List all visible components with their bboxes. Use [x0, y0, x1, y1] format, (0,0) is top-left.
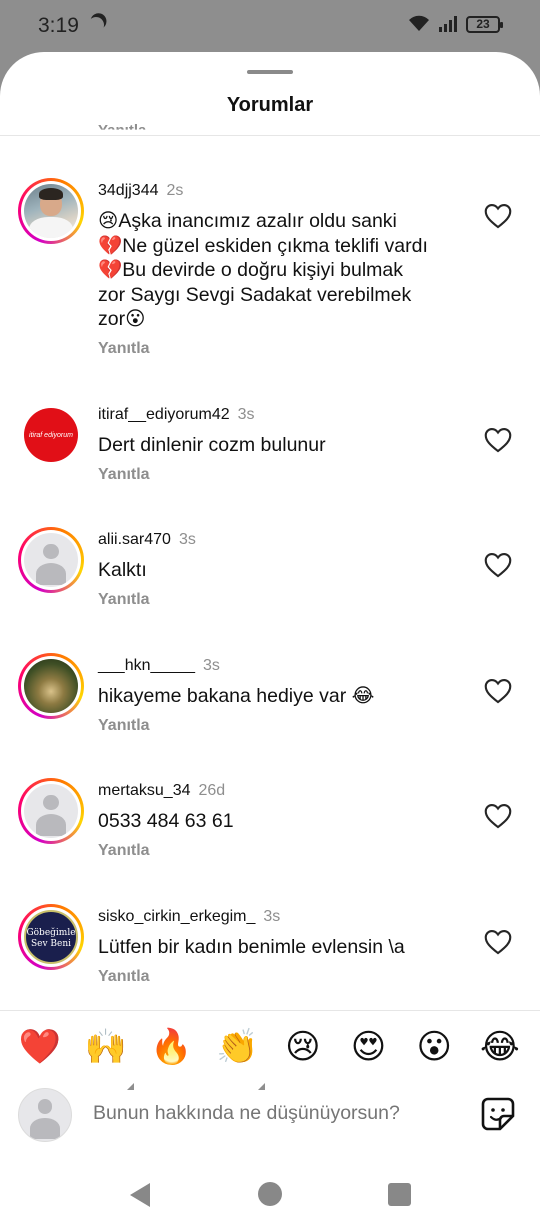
- emoji-heart-eyes[interactable]: 😍: [347, 1027, 391, 1088]
- avatar: Göbeğimle Sev Beni: [24, 910, 78, 964]
- status-time: 3:19: [38, 14, 79, 37]
- like-heart-icon[interactable]: [484, 203, 512, 229]
- comment-username[interactable]: itiraf__ediyorum42: [98, 406, 230, 423]
- comment-text: Lütfen bir kadın benimle evlensin \a: [98, 936, 405, 958]
- comment-time: 3s: [237, 406, 255, 423]
- story-ring[interactable]: Göbeğimle Sev Beni: [18, 904, 84, 970]
- cut-reply-button[interactable]: Yanıtla: [98, 122, 146, 130]
- like-heart-icon[interactable]: [484, 929, 512, 955]
- comment-time: 3s: [202, 657, 220, 674]
- like-heart-icon[interactable]: [484, 803, 512, 829]
- like-heart-icon[interactable]: [484, 552, 512, 578]
- reply-button[interactable]: Yanıtla: [98, 968, 468, 986]
- reply-button[interactable]: Yanıtla: [98, 340, 468, 358]
- like-heart-icon[interactable]: [484, 678, 512, 704]
- home-icon[interactable]: [258, 1182, 282, 1206]
- emoji-heart[interactable]: ❤️: [18, 1027, 62, 1088]
- comment-username[interactable]: ___hkn_____: [98, 657, 195, 674]
- comment-username[interactable]: mertaksu_34: [98, 782, 191, 799]
- emoji-surprised[interactable]: 😮: [412, 1027, 456, 1088]
- reply-button[interactable]: Yanıtla: [98, 717, 468, 735]
- header-divider: [0, 135, 540, 136]
- drag-handle[interactable]: [247, 70, 293, 74]
- dnd-moon-icon: [85, 14, 107, 36]
- comment-username[interactable]: 34djj344: [98, 182, 159, 199]
- avatar-wrapper[interactable]: itiraf ediyorum: [18, 402, 84, 468]
- like-heart-icon[interactable]: [484, 427, 512, 453]
- comment-text: 😢Aşka inancımız azalır oldu sanki 💔Ne gü…: [98, 210, 428, 331]
- avatar: [24, 533, 78, 587]
- emoji-clap[interactable]: 👏: [215, 1027, 266, 1090]
- comment-text: 0533 484 63 61: [98, 810, 234, 832]
- story-ring[interactable]: [18, 178, 84, 244]
- comment-input-row: [0, 1088, 540, 1152]
- system-nav-bar: [0, 1170, 540, 1230]
- reply-button[interactable]: Yanıtla: [98, 466, 468, 484]
- comment-username[interactable]: alii.sar470: [98, 531, 171, 548]
- sticker-icon[interactable]: [480, 1096, 516, 1132]
- story-ring[interactable]: [18, 527, 84, 593]
- emoji-reaction-bar: ❤️ 🙌 🔥 👏 😢 😍 😮 😂: [0, 1010, 540, 1090]
- comment-text: Dert dinlenir cozm bulunur: [98, 434, 326, 456]
- emoji-raised-hands[interactable]: 🙌: [84, 1027, 134, 1090]
- story-ring[interactable]: [18, 653, 84, 719]
- sheet-title: Yorumlar: [226, 94, 314, 116]
- status-icons: 23: [408, 15, 503, 33]
- signal-icon: [439, 16, 457, 32]
- status-bar: 3:19 23: [0, 0, 540, 54]
- reply-button[interactable]: Yanıtla: [98, 591, 468, 609]
- recents-icon[interactable]: [388, 1183, 411, 1206]
- comment-text: Kalktı: [98, 559, 147, 581]
- avatar: [24, 659, 78, 713]
- own-avatar: [18, 1088, 72, 1142]
- battery-icon: 23: [466, 15, 503, 33]
- reply-button[interactable]: Yanıtla: [98, 842, 468, 860]
- avatar: [24, 784, 78, 838]
- comment-input[interactable]: [93, 1102, 463, 1125]
- comments-sheet: Yorumlar Yanıtla 34djj344 2s 😢Aşka inancı…: [0, 52, 540, 1230]
- emoji-crying[interactable]: 😢: [281, 1027, 325, 1088]
- avatar: itiraf ediyorum: [24, 408, 78, 462]
- comment-time: 2s: [166, 182, 184, 199]
- emoji-fire[interactable]: 🔥: [149, 1027, 193, 1088]
- comment-time: 26d: [198, 782, 226, 799]
- story-ring[interactable]: [18, 778, 84, 844]
- comment-time: 3s: [263, 908, 281, 925]
- comment-time: 3s: [178, 531, 196, 548]
- avatar: [24, 184, 78, 238]
- back-icon[interactable]: [128, 1182, 152, 1208]
- emoji-laughing[interactable]: 😂: [478, 1027, 522, 1088]
- wifi-icon: [409, 15, 429, 31]
- comment-text: hikayeme bakana hediye var 😂: [98, 685, 375, 707]
- comment-username[interactable]: sisko_cirkin_erkegim_: [98, 908, 255, 925]
